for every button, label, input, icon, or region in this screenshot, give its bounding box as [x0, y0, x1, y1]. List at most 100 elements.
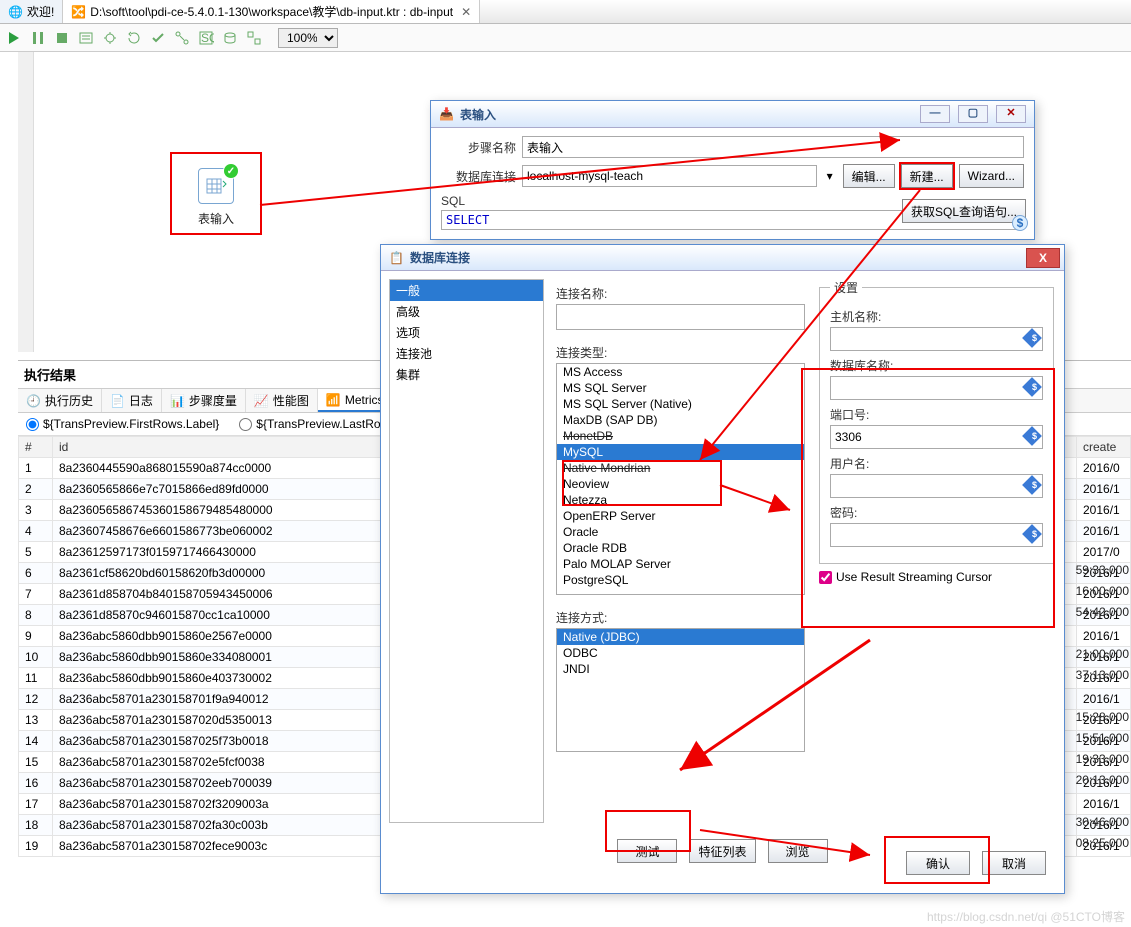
minimize-button[interactable]: —: [920, 105, 950, 123]
watermark: https://blog.csdn.net/qi @51CTO博客: [927, 908, 1125, 925]
type-option[interactable]: MonetDB: [557, 428, 804, 444]
close-button[interactable]: ✕: [996, 105, 1026, 123]
host-input[interactable]: [830, 327, 1043, 351]
chart-icon: 📈: [254, 394, 269, 408]
gauge-icon: 📶: [326, 393, 341, 407]
type-option[interactable]: PostgreSQL: [557, 572, 804, 588]
pass-input[interactable]: [830, 523, 1043, 547]
type-option[interactable]: Netezza: [557, 492, 804, 508]
tab-exec-history[interactable]: 🕘执行历史: [18, 389, 102, 412]
test-button[interactable]: 测试: [617, 839, 677, 863]
type-option[interactable]: MS SQL Server (Native): [557, 396, 804, 412]
type-option[interactable]: Oracle: [557, 524, 804, 540]
fetch-sql-button[interactable]: 获取SQL查询语句...: [902, 199, 1026, 223]
radio-first-rows[interactable]: ${TransPreview.FirstRows.Label}: [26, 417, 219, 431]
globe-icon: 🌐: [8, 5, 23, 19]
db-conn-label: 数据库连接: [441, 168, 516, 185]
feature-list-button[interactable]: 特征列表: [689, 839, 755, 863]
tab-log[interactable]: 📄日志: [102, 389, 162, 412]
type-option[interactable]: MS SQL Server: [557, 380, 804, 396]
port-input[interactable]: [830, 425, 1043, 449]
dialog-titlebar[interactable]: 📥 表输入 — ▢ ✕: [431, 101, 1034, 128]
type-option[interactable]: OpenERP Server: [557, 508, 804, 524]
conn-type-list[interactable]: MS AccessMS SQL ServerMS SQL Server (Nat…: [556, 363, 805, 595]
metrics-icon: 📊: [170, 394, 185, 408]
tab-file[interactable]: 🔀 D:\soft\tool\pdi-ce-5.4.0.1-130\worksp…: [63, 0, 480, 23]
cancel-button[interactable]: 取消: [982, 851, 1046, 875]
edit-conn-button[interactable]: 编辑...: [843, 164, 895, 188]
step-node[interactable]: ✓ 表输入: [170, 152, 262, 235]
type-option[interactable]: Palo MOLAP Server: [557, 556, 804, 572]
table-input-dialog: 📥 表输入 — ▢ ✕ 步骤名称 数据库连接 ▾ 编辑... 新建... Wiz…: [430, 100, 1035, 240]
type-option[interactable]: Oracle RDB: [557, 540, 804, 556]
show-results-button[interactable]: [244, 28, 264, 48]
tab-perf[interactable]: 📈性能图: [246, 389, 318, 412]
help-icon[interactable]: $: [1012, 215, 1028, 231]
db-name-input[interactable]: [830, 376, 1043, 400]
debug-button[interactable]: [100, 28, 120, 48]
type-option[interactable]: MS Access: [557, 364, 804, 380]
right-button-bar: 确认 取消: [906, 851, 1046, 875]
db-connection-dialog: 📋 数据库连接 X 一般高级选项连接池集群 连接名称: 连接类型: MS Acc…: [380, 244, 1065, 894]
db-conn-select[interactable]: [522, 165, 817, 187]
user-input[interactable]: [830, 474, 1043, 498]
chevron-down-icon[interactable]: ▾: [823, 169, 837, 183]
editor-tabs: 🌐 欢迎! 🔀 D:\soft\tool\pdi-ce-5.4.0.1-130\…: [0, 0, 1131, 24]
replay-button[interactable]: [124, 28, 144, 48]
maximize-button[interactable]: ▢: [958, 105, 988, 123]
dialog-icon: 📥: [439, 107, 454, 121]
type-option[interactable]: Native Mondrian: [557, 460, 804, 476]
nav-item[interactable]: 集群: [390, 364, 543, 385]
dialog-titlebar[interactable]: 📋 数据库连接 X: [381, 245, 1064, 271]
stop-button[interactable]: [52, 28, 72, 48]
left-nav[interactable]: 一般高级选项连接池集群: [389, 279, 544, 823]
nav-item[interactable]: 选项: [390, 322, 543, 343]
sql-button[interactable]: SQL: [196, 28, 216, 48]
list-icon: 📋: [389, 251, 404, 265]
access-list[interactable]: Native (JDBC)ODBCJNDI: [556, 628, 805, 752]
access-option[interactable]: ODBC: [557, 645, 804, 661]
right-time-column: 59:33.00016:00.00054:42.00021:00.00037:1…: [1076, 560, 1129, 854]
pause-button[interactable]: [28, 28, 48, 48]
tab-step-metrics[interactable]: 📊步骤度量: [162, 389, 246, 412]
tab-welcome[interactable]: 🌐 欢迎!: [0, 0, 63, 23]
verify-button[interactable]: [148, 28, 168, 48]
zoom-select[interactable]: 100%: [278, 28, 338, 48]
type-option[interactable]: Neoview: [557, 476, 804, 492]
ok-button[interactable]: 确认: [906, 851, 970, 875]
impact-button[interactable]: [172, 28, 192, 48]
run-button[interactable]: [4, 28, 24, 48]
type-option[interactable]: MySQL: [557, 444, 804, 460]
close-button[interactable]: X: [1026, 248, 1060, 268]
step-name-input[interactable]: [522, 136, 1024, 158]
main-toolbar: SQL 100%: [0, 24, 1131, 52]
wizard-button[interactable]: Wizard...: [959, 164, 1024, 188]
close-icon[interactable]: ✕: [461, 5, 471, 19]
conn-type-label: 连接类型:: [556, 344, 805, 361]
nav-item[interactable]: 一般: [390, 280, 543, 301]
col-create[interactable]: create: [1077, 437, 1131, 458]
nav-item[interactable]: 连接池: [390, 343, 543, 364]
check-icon: ✓: [223, 163, 239, 179]
access-option[interactable]: JNDI: [557, 661, 804, 677]
browse-button[interactable]: 浏览: [768, 839, 828, 863]
explore-button[interactable]: [220, 28, 240, 48]
log-icon: 📄: [110, 394, 125, 408]
preview-button[interactable]: [76, 28, 96, 48]
canvas-ruler: [18, 52, 34, 352]
step-name-label: 步骤名称: [441, 139, 516, 156]
col-num[interactable]: #: [19, 437, 53, 458]
nav-item[interactable]: 高级: [390, 301, 543, 322]
new-conn-button[interactable]: 新建...: [901, 164, 953, 188]
tab-file-label: D:\soft\tool\pdi-ce-5.4.0.1-130\workspac…: [90, 3, 453, 20]
user-label: 用户名:: [830, 455, 1043, 472]
access-option[interactable]: Native (JDBC): [557, 629, 804, 645]
radio-last-rows[interactable]: ${TransPreview.LastRo: [239, 417, 380, 431]
conn-name-input[interactable]: [556, 304, 805, 330]
settings-legend: 设置: [830, 279, 862, 296]
type-option[interactable]: MaxDB (SAP DB): [557, 412, 804, 428]
pass-label: 密码:: [830, 504, 1043, 521]
host-label: 主机名称:: [830, 308, 1043, 325]
db-name-label: 数据库名称:: [830, 357, 1043, 374]
streaming-cursor-check[interactable]: Use Result Streaming Cursor: [819, 570, 1054, 584]
